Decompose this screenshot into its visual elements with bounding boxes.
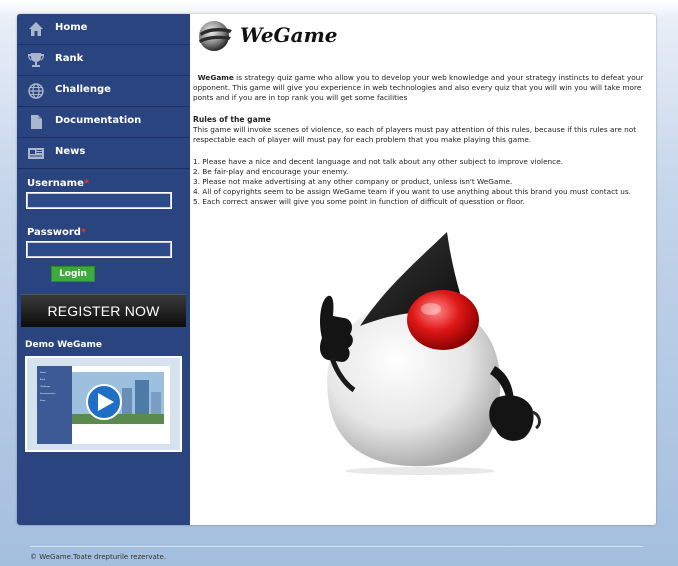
username-field[interactable] <box>26 192 172 209</box>
logo-text: WeGame <box>240 23 338 47</box>
duke-mascot-image <box>300 228 550 478</box>
rules-heading: Rules of the game <box>193 115 271 124</box>
intro-brand: WeGame <box>197 73 234 82</box>
thumbnail-menu-item: Rank <box>40 379 45 381</box>
newspaper-icon <box>27 144 45 162</box>
rules-list: 1. Please have a nice and decent languag… <box>193 157 653 207</box>
rule-item: 5. Each correct answer will give you som… <box>193 197 525 206</box>
sidebar-item-rank[interactable]: Rank <box>17 45 190 76</box>
password-label-text: Password <box>27 227 81 238</box>
thumbnail-menu-item: News <box>40 400 46 402</box>
logo <box>196 18 236 54</box>
sidebar-item-challenge[interactable]: Challenge <box>17 76 190 107</box>
demo-video-thumbnail[interactable]: Home Rank Challenge Documentation News <box>25 356 182 452</box>
sidebar-item-label: Challenge <box>55 84 111 95</box>
demo-title: Demo WeGame <box>25 340 102 350</box>
username-label-text: Username <box>27 178 84 189</box>
thumbnail-menu-item: Documentation <box>40 393 56 395</box>
trophy-icon <box>27 51 45 69</box>
footer-divider <box>30 546 643 547</box>
globe-icon <box>27 82 45 100</box>
sidebar-item-label: Home <box>55 22 88 33</box>
sidebar-item-label: Documentation <box>55 115 142 126</box>
sidebar: Home Rank Challenge Documentation News U… <box>17 14 190 525</box>
rules-intro: This game will invoke scenes of violence… <box>193 125 637 144</box>
thumbnail-menu-item: Home <box>40 372 46 374</box>
rule-item: 4. All of copyrights seem to be assign W… <box>193 187 632 196</box>
required-mark: * <box>83 178 90 189</box>
rule-item: 3. Please not make advertising at any ot… <box>193 177 513 186</box>
home-icon <box>27 20 45 38</box>
page-container: Home Rank Challenge Documentation News U… <box>17 14 656 525</box>
document-icon <box>27 113 45 131</box>
sidebar-item-news[interactable]: News <box>17 138 190 169</box>
thumbnail-menu-item: Challenge <box>40 386 50 388</box>
sidebar-item-label: News <box>55 146 86 157</box>
sidebar-item-home[interactable]: Home <box>17 14 190 45</box>
password-label: Password* <box>27 227 86 238</box>
duke-mascot-icon <box>320 232 541 475</box>
required-mark: * <box>80 227 87 238</box>
rule-item: 2. Be fair-play and encourage your enemy… <box>193 167 349 176</box>
thumbnail-menu: Home Rank Challenge Documentation News <box>40 370 72 405</box>
wegame-logo-icon <box>199 21 232 51</box>
intro-text: is strategy quiz game who allow you to d… <box>193 73 644 102</box>
rule-item: 1. Please have a nice and decent languag… <box>193 157 564 166</box>
footer-copyright: © WeGame.Toate drepturile rezervate. <box>30 553 167 561</box>
main-content: WeGame WeGame is strategy quiz game who … <box>190 14 656 525</box>
login-button[interactable]: Login <box>51 266 95 282</box>
sidebar-item-documentation[interactable]: Documentation <box>17 107 190 138</box>
register-now-button[interactable]: REGISTER NOW <box>21 294 186 327</box>
intro-paragraph: WeGame is strategy quiz game who allow y… <box>193 73 653 103</box>
sidebar-item-label: Rank <box>55 53 84 64</box>
password-field[interactable] <box>26 241 172 258</box>
username-label: Username* <box>27 178 89 189</box>
